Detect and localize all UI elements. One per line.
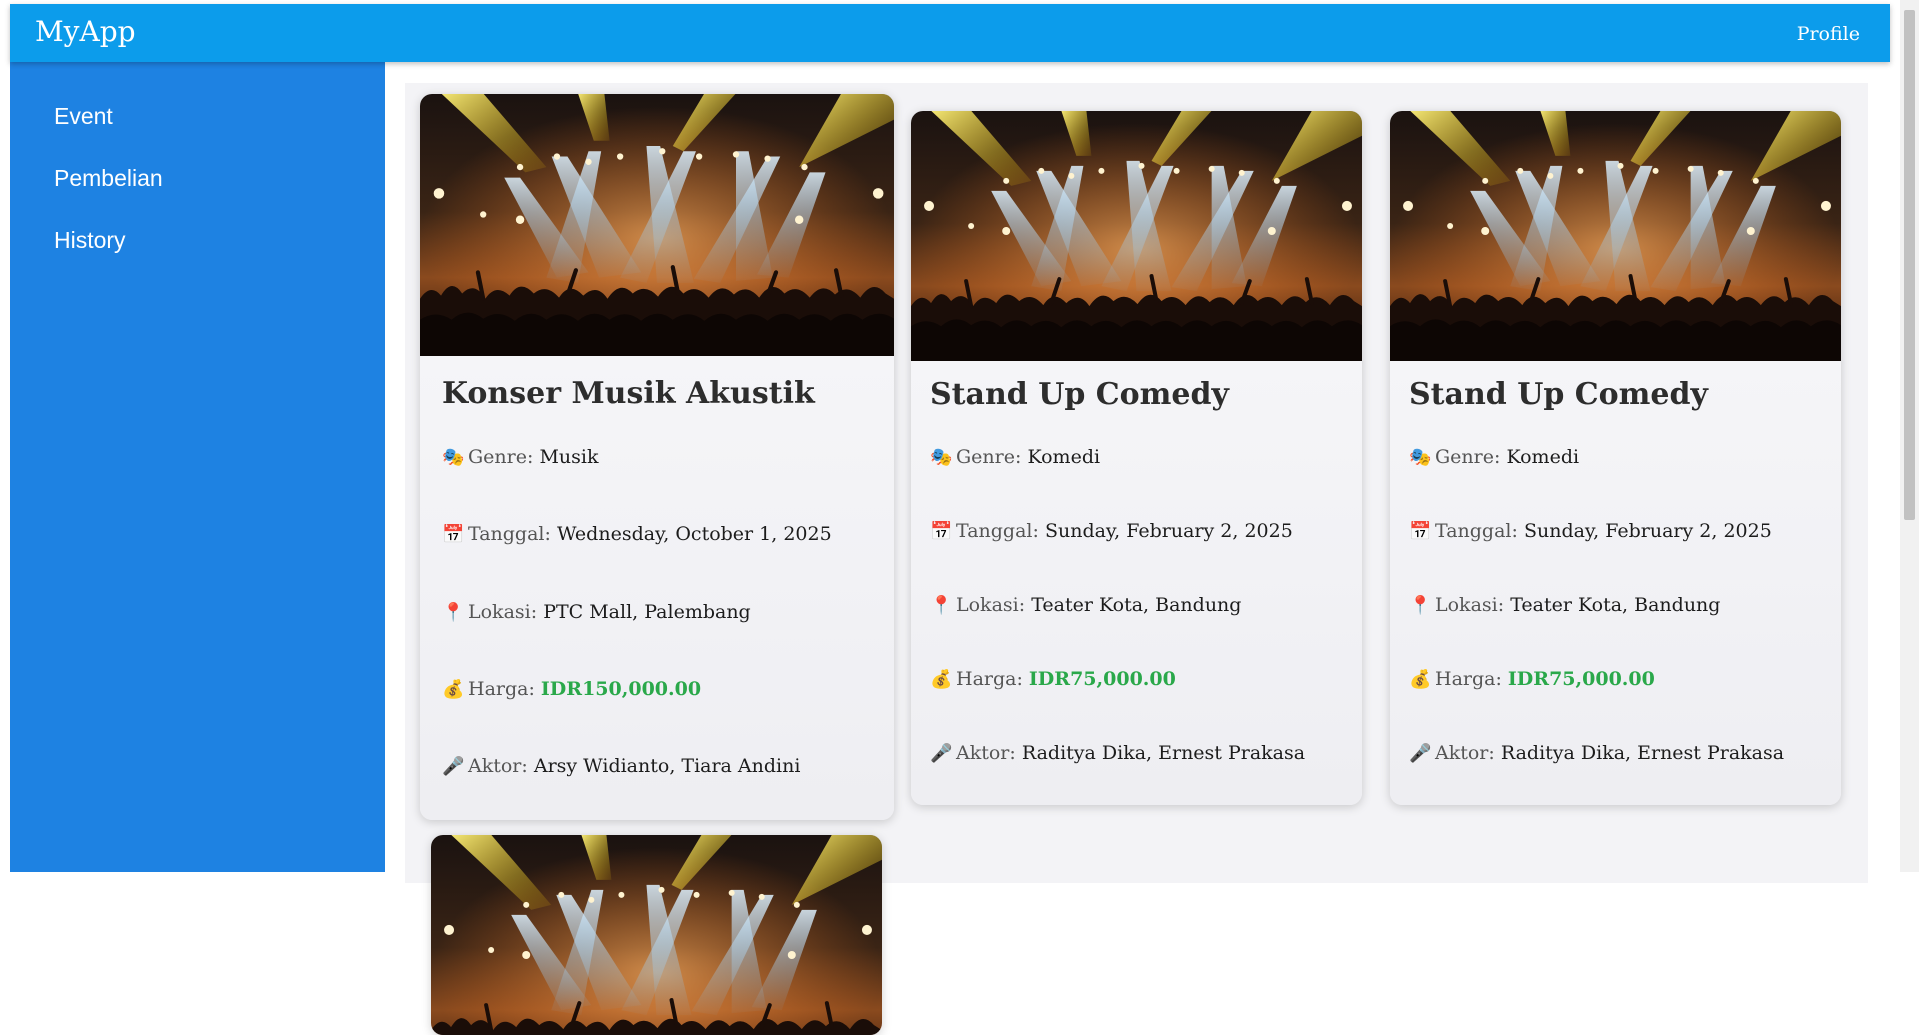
price-label: Harga: [956,668,1023,690]
actor-label: Aktor: [956,742,1016,764]
calendar-icon: 📅 [1409,521,1432,542]
event-genre: 🎭 Genre: Komedi [930,446,1100,468]
event-genre: 🎭 Genre: Musik [442,446,598,468]
event-card[interactable]: Konser Musik Akustik 🎭 Genre: Musik 📅 Tang… [420,94,894,820]
profile-link[interactable]: Profile [1797,23,1860,45]
microphone-icon: 🎤 [1409,743,1432,764]
event-location: 📍 Lokasi: PTC Mall, Palembang [442,601,751,623]
event-card[interactable] [431,835,882,1035]
theater-masks-icon: 🎭 [442,447,465,468]
price-value: IDR150,000.00 [540,678,702,700]
location-label: Lokasi: [1435,594,1505,616]
calendar-icon: 📅 [442,524,465,545]
sidebar-item-history[interactable]: History [54,227,126,254]
event-price: 💰 Harga: IDR75,000.00 [930,668,1176,690]
actor-label: Aktor: [1435,742,1495,764]
event-title: Stand Up Comedy [1409,377,1708,412]
event-image [431,835,882,1035]
event-actors: 🎤 Aktor: Arsy Widianto, Tiara Andini [442,755,800,777]
genre-value: Komedi [1506,446,1580,468]
event-location: 📍 Lokasi: Teater Kota, Bandung [930,594,1241,616]
date-value: Wednesday, October 1, 2025 [556,523,832,545]
event-genre: 🎭 Genre: Komedi [1409,446,1579,468]
genre-label: Genre: [468,446,534,468]
calendar-icon: 📅 [930,521,953,542]
event-card[interactable]: Stand Up Comedy 🎭 Genre: Komedi 📅 Tanggal:… [1390,111,1841,805]
top-navbar: MyApp Profile [10,4,1890,62]
event-price: 💰 Harga: IDR150,000.00 [442,678,701,700]
genre-label: Genre: [956,446,1022,468]
sidebar-item-event[interactable]: Event [54,103,113,130]
event-date: 📅 Tanggal: Sunday, February 2, 2025 [1409,520,1772,542]
event-date: 📅 Tanggal: Sunday, February 2, 2025 [930,520,1293,542]
app-window: MyApp Profile Event Pembelian History Ko… [10,4,1890,1035]
event-image [911,111,1362,361]
genre-label: Genre: [1435,446,1501,468]
pin-icon: 📍 [1409,595,1432,616]
event-price: 💰 Harga: IDR75,000.00 [1409,668,1655,690]
date-label: Tanggal: [468,523,551,545]
location-label: Lokasi: [956,594,1026,616]
actor-label: Aktor: [468,755,528,777]
date-label: Tanggal: [1435,520,1518,542]
microphone-icon: 🎤 [930,743,953,764]
main-content: Konser Musik Akustik 🎭 Genre: Musik 📅 Tang… [405,83,1868,1035]
price-value: IDR75,000.00 [1507,668,1655,690]
event-date: 📅 Tanggal: Wednesday, October 1, 2025 [442,523,832,545]
money-bag-icon: 💰 [442,679,465,700]
sidebar: Event Pembelian History [10,62,385,872]
location-value: PTC Mall, Palembang [543,601,751,623]
event-location: 📍 Lokasi: Teater Kota, Bandung [1409,594,1720,616]
event-actors: 🎤 Aktor: Raditya Dika, Ernest Prakasa [1409,742,1784,764]
location-label: Lokasi: [468,601,538,623]
genre-value: Komedi [1027,446,1101,468]
money-bag-icon: 💰 [1409,669,1432,690]
event-image [1390,111,1841,361]
actor-value: Arsy Widianto, Tiara Andini [533,755,801,777]
money-bag-icon: 💰 [930,669,953,690]
pin-icon: 📍 [930,595,953,616]
location-value: Teater Kota, Bandung [1510,594,1721,616]
microphone-icon: 🎤 [442,756,465,777]
event-actors: 🎤 Aktor: Raditya Dika, Ernest Prakasa [930,742,1305,764]
price-label: Harga: [468,678,535,700]
date-label: Tanggal: [956,520,1039,542]
price-value: IDR75,000.00 [1028,668,1176,690]
scrollbar-thumb[interactable] [1904,10,1915,520]
actor-value: Raditya Dika, Ernest Prakasa [1500,742,1785,764]
event-title: Stand Up Comedy [930,377,1229,412]
event-card[interactable]: Stand Up Comedy 🎭 Genre: Komedi 📅 Tanggal:… [911,111,1362,805]
price-label: Harga: [1435,668,1502,690]
page-scrollbar[interactable] [1900,0,1919,872]
theater-masks-icon: 🎭 [1409,447,1432,468]
location-value: Teater Kota, Bandung [1031,594,1242,616]
date-value: Sunday, February 2, 2025 [1044,520,1293,542]
app-brand-logo[interactable]: MyApp [35,15,136,48]
sidebar-item-pembelian[interactable]: Pembelian [54,165,163,192]
genre-value: Musik [539,446,599,468]
event-title: Konser Musik Akustik [442,376,815,411]
date-value: Sunday, February 2, 2025 [1523,520,1772,542]
pin-icon: 📍 [442,602,465,623]
actor-value: Raditya Dika, Ernest Prakasa [1021,742,1306,764]
theater-masks-icon: 🎭 [930,447,953,468]
event-image [420,94,894,356]
